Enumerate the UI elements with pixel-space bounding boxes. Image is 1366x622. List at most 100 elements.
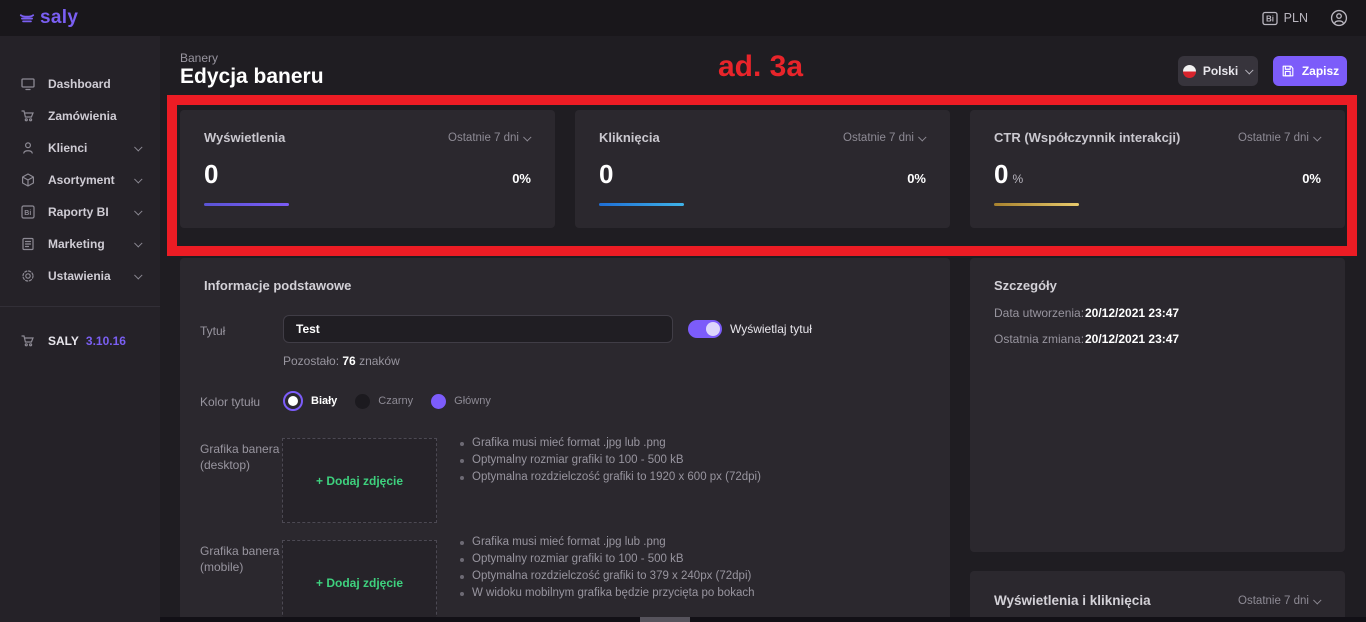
box-icon <box>20 172 36 188</box>
chevron-down-icon <box>918 133 926 141</box>
sidebar-item-raporty-bi[interactable]: Bi Raporty BI <box>0 196 160 228</box>
stat-title: CTR (Współczynnik interakcji) <box>994 130 1180 145</box>
rule-item: Optymalna rozdzielczość grafiki to 1920 … <box>458 471 928 483</box>
sidebar-item-label: Dashboard <box>48 77 142 91</box>
stat-card-wyswietlenia: Wyświetlenia Ostatnie 7 dni 0 0% <box>180 110 555 228</box>
sidebar-item-label: Asortyment <box>48 173 130 187</box>
gear-icon <box>20 268 36 284</box>
language-dropdown[interactable]: Polski <box>1178 56 1258 86</box>
desktop-image-label-2: (desktop) <box>200 458 250 472</box>
rule-item: Optymalna rozdzielczość grafiki to 379 x… <box>458 570 928 582</box>
mobile-image-label: Grafika banera <box>200 544 279 558</box>
save-button[interactable]: Zapisz <box>1273 56 1347 86</box>
color-option-label: Czarny <box>378 395 413 407</box>
stats-row: Wyświetlenia Ostatnie 7 dni 0 0% Kliknię… <box>180 110 1345 228</box>
annotation-text: ad. 3a <box>718 50 803 84</box>
color-option-glowny[interactable] <box>431 394 446 409</box>
chevron-down-icon <box>134 239 142 247</box>
period-dropdown[interactable]: Ostatnie 7 dni <box>1238 132 1321 144</box>
sidebar: Dashboard Zamówienia Klienci Asortyment <box>0 36 160 622</box>
mobile-image-rules: Grafika musi mieć format .jpg lub .png O… <box>458 536 928 604</box>
sidebar-item-zamowienia[interactable]: Zamówienia <box>0 100 160 132</box>
sidebar-item-label: Ustawienia <box>48 269 130 283</box>
show-title-toggle[interactable] <box>688 320 722 338</box>
scrollbar-thumb[interactable] <box>640 617 690 622</box>
floppy-icon <box>1281 64 1295 78</box>
radio-dot <box>288 396 298 406</box>
rule-item: Optymalny rozmiar grafiki to 100 - 500 k… <box>458 454 928 466</box>
sidebar-item-klienci[interactable]: Klienci <box>0 132 160 164</box>
views-clicks-title: Wyświetlenia i kliknięcia <box>994 593 1151 608</box>
bi-icon: Bi <box>20 204 36 220</box>
sparkline <box>994 203 1079 206</box>
save-button-label: Zapisz <box>1302 64 1339 78</box>
add-photo-button[interactable]: + Dodaj zdjęcie <box>316 474 403 488</box>
poland-flag-icon <box>1183 65 1196 78</box>
sidebar-item-label: Klienci <box>48 141 130 155</box>
app-name: SALY <box>48 334 79 348</box>
characters-remaining: Pozostało: 76 znaków <box>283 354 400 368</box>
rule-item: Optymalny rozmiar grafiki to 100 - 500 k… <box>458 553 928 565</box>
sidebar-item-marketing[interactable]: Marketing <box>0 228 160 260</box>
main-content: Banery Edycja baneru ad. 3a Polski Zapis… <box>160 36 1366 622</box>
rule-item: Grafika musi mieć format .jpg lub .png <box>458 536 928 548</box>
cart-icon <box>20 108 36 124</box>
account-icon[interactable] <box>1330 9 1348 27</box>
user-icon <box>20 140 36 156</box>
stat-change: 0% <box>512 171 531 186</box>
basic-info-panel: Informacje podstawowe Tytuł Wyświetlaj t… <box>180 258 950 622</box>
color-option-label: Biały <box>311 395 337 407</box>
stat-title: Wyświetlenia <box>204 130 285 145</box>
app-version[interactable]: 3.10.16 <box>86 334 126 348</box>
detail-value: 20/12/2021 23:47 <box>1085 306 1179 320</box>
mobile-image-label-2: (mobile) <box>200 560 243 574</box>
page-title: Edycja baneru <box>180 65 324 89</box>
color-option-bialy[interactable] <box>283 391 303 411</box>
rule-item: Grafika musi mieć format .jpg lub .png <box>458 437 928 449</box>
chevron-down-icon <box>134 143 142 151</box>
detail-label: Ostatnia zmiana: <box>994 332 1084 346</box>
sidebar-item-dashboard[interactable]: Dashboard <box>0 68 160 100</box>
stat-card-klikniecia: Kliknięcia Ostatnie 7 dni 0 0% <box>575 110 950 228</box>
title-color-options: Biały Czarny Główny <box>283 390 509 412</box>
details-title: Szczegóły <box>994 278 1057 293</box>
app-logo[interactable]: saly <box>18 7 78 29</box>
sparkline <box>599 203 684 206</box>
logo-text: saly <box>40 7 78 29</box>
mobile-upload-dropzone[interactable]: + Dodaj zdjęcie <box>282 540 437 622</box>
period-dropdown[interactable]: Ostatnie 7 dni <box>1238 595 1321 607</box>
stat-card-ctr: CTR (Współczynnik interakcji) Ostatnie 7… <box>970 110 1345 228</box>
title-input[interactable] <box>283 315 673 343</box>
color-field-label: Kolor tytułu <box>200 395 260 409</box>
topbar-right: Bi PLN <box>1262 9 1348 27</box>
views-clicks-panel: Wyświetlenia i kliknięcia Ostatnie 7 dni <box>970 571 1345 622</box>
language-label: Polski <box>1203 64 1238 78</box>
sidebar-item-label: Raporty BI <box>48 205 130 219</box>
svg-text:Bi: Bi <box>1266 14 1274 23</box>
chevron-down-icon <box>1313 133 1321 141</box>
bottom-scrollbar-track <box>160 617 1366 622</box>
detail-row: Data utworzenia: 20/12/2021 23:47 <box>994 306 1084 320</box>
currency-selector[interactable]: Bi PLN <box>1262 11 1308 26</box>
sidebar-item-asortyment[interactable]: Asortyment <box>0 164 160 196</box>
topbar: saly Bi PLN <box>0 0 1366 36</box>
stat-change: 0% <box>1302 171 1321 186</box>
sidebar-divider <box>0 306 160 307</box>
section-title: Informacje podstawowe <box>204 278 351 293</box>
breadcrumb: Banery <box>180 51 218 65</box>
detail-label: Data utworzenia: <box>994 306 1084 320</box>
currency-code: PLN <box>1284 11 1308 25</box>
color-option-czarny[interactable] <box>355 394 370 409</box>
marketing-icon <box>20 236 36 252</box>
details-panel: Szczegóły Data utworzenia: 20/12/2021 23… <box>970 258 1345 552</box>
cart-logo-icon <box>18 9 36 27</box>
desktop-upload-dropzone[interactable]: + Dodaj zdjęcie <box>282 438 437 523</box>
desktop-image-label: Grafika banera <box>200 442 279 456</box>
add-photo-button[interactable]: + Dodaj zdjęcie <box>316 576 403 590</box>
sidebar-item-ustawienia[interactable]: Ustawienia <box>0 260 160 292</box>
chevron-down-icon <box>1245 66 1253 74</box>
period-dropdown[interactable]: Ostatnie 7 dni <box>843 132 926 144</box>
period-dropdown[interactable]: Ostatnie 7 dni <box>448 132 531 144</box>
detail-value: 20/12/2021 23:47 <box>1085 332 1179 346</box>
chevron-down-icon <box>1313 596 1321 604</box>
